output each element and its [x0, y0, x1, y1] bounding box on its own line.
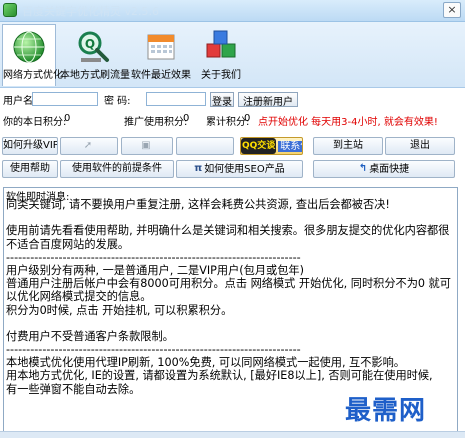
- lock-icon: ▣: [141, 140, 151, 151]
- tab-label: 网络方式优化: [3, 70, 63, 81]
- message-line: 使用前请先看看使用帮助, 并明确什么是关键词和相关搜索。很多朋友提交的优化内容都…: [6, 224, 450, 238]
- title-bar: 百度关键字优化精灵 v2.5.6 ×: [0, 0, 465, 22]
- message-divider: ----------------------------------------…: [6, 343, 301, 357]
- tab-label: 软件最近效果: [131, 70, 191, 81]
- message-body: 同类关键词, 请不要换用户重复注册, 这样会耗费公共资源, 查出后会都被否决! …: [6, 198, 455, 396]
- tab-label: 本地方式刷流量: [60, 70, 130, 81]
- pi-icon: π: [194, 163, 203, 174]
- exit-button[interactable]: 退出: [385, 137, 455, 155]
- shortcut-arrow-icon: ↰: [358, 163, 368, 174]
- watermark-logo: 最需网: [345, 396, 427, 426]
- password-field[interactable]: [146, 92, 206, 106]
- tab-recent-results[interactable]: 软件最近效果: [130, 24, 192, 86]
- message-line: [6, 211, 455, 224]
- disabled-button-3: [176, 137, 234, 155]
- upgrade-vip-button[interactable]: 如何升级VIP: [2, 137, 58, 155]
- message-line: 用本地方式优化, IE的设置, 请都设置为系统默认, [最好IE8以上], 否则…: [6, 369, 433, 383]
- message-line: 普通用户注册后帐户中会有8000可用积分。点击 网络模式 开始优化, 同时积分不…: [6, 277, 451, 291]
- username-field[interactable]: [32, 92, 98, 106]
- desktop-shortcut-button[interactable]: ↰ 桌面快捷: [313, 160, 455, 178]
- window-title: 百度关键字优化精灵 v2.5.6: [22, 5, 159, 18]
- message-line: 积分为0时候, 点击 开始挂机, 可以积累积分。: [6, 303, 233, 317]
- disabled-button-1: ➚: [60, 137, 118, 155]
- arrow-icon: ➚: [83, 140, 93, 151]
- login-button[interactable]: 登录: [210, 92, 234, 108]
- promo-points-value: 0: [183, 113, 190, 124]
- tab-label: 关于我们: [201, 70, 241, 81]
- help-button[interactable]: 使用帮助: [2, 160, 58, 178]
- calendar-icon: [147, 34, 175, 60]
- main-toolbar: 网络方式优化 Q 本地方式刷流量 软件最近效果 关于我们: [0, 22, 465, 88]
- message-line: [6, 317, 455, 330]
- seo-product-button[interactable]: π 如何使用SEO产品: [176, 160, 303, 178]
- points-row: 你的本日积分: 0 推广使用积分: 0 累计积分: 0 点开始优化 每天用3-4…: [0, 113, 465, 128]
- message-line: 付费用户不受普通客户条款限制。: [6, 329, 174, 343]
- promo-points-label: 推广使用积分:: [124, 117, 188, 128]
- tab-about-us[interactable]: 关于我们: [196, 24, 246, 86]
- disabled-button-2: ▣: [121, 137, 173, 155]
- total-points-label: 累计积分:: [206, 117, 250, 128]
- close-button[interactable]: ×: [443, 2, 461, 18]
- message-line: 本地模式优化使用代理IP刷新, 100%免费, 可以同网络模式一起使用, 互不影…: [6, 356, 405, 370]
- status-bar: [0, 431, 465, 438]
- app-icon: [3, 3, 17, 17]
- tab-local-traffic[interactable]: Q 本地方式刷流量: [60, 24, 130, 86]
- preconditions-button[interactable]: 使用软件的前提条件: [60, 160, 174, 178]
- total-points-value: 0: [244, 113, 251, 124]
- message-line: 用户级别分有两种, 一是普通用户, 二是VIP用户(包月或包年): [6, 263, 304, 277]
- qq-penguin-icon: QQ交谈: [241, 138, 277, 154]
- globe-icon: [13, 31, 45, 63]
- login-row: 用户名: 密 码: 登录 注册新用户: [0, 92, 465, 108]
- magnifier-icon: Q: [78, 31, 109, 62]
- message-line: 同类关键词, 请不要换用户重复注册, 这样会耗费公共资源, 查出后会都被否决!: [6, 198, 390, 211]
- blocks-icon: [206, 30, 236, 58]
- main-site-button[interactable]: 到主站: [313, 137, 383, 155]
- tab-network-optimize[interactable]: 网络方式优化: [2, 24, 63, 86]
- register-button[interactable]: 注册新用户: [238, 92, 298, 108]
- message-line: 不适合百度网站的发展。: [6, 237, 130, 251]
- svg-text:Q: Q: [85, 37, 95, 51]
- qq-contact-button[interactable]: QQ交谈联系作者: [240, 137, 303, 155]
- password-label: 密 码:: [104, 96, 131, 107]
- usage-notice: 点开始优化 每天用3-4小时, 就会有效果!: [258, 117, 438, 128]
- today-points-label: 你的本日积分:: [3, 117, 67, 128]
- message-divider: ----------------------------------------…: [6, 250, 301, 264]
- message-line: 以优化网络模式提交的信息。: [6, 290, 152, 304]
- today-points-value: 0: [64, 113, 71, 124]
